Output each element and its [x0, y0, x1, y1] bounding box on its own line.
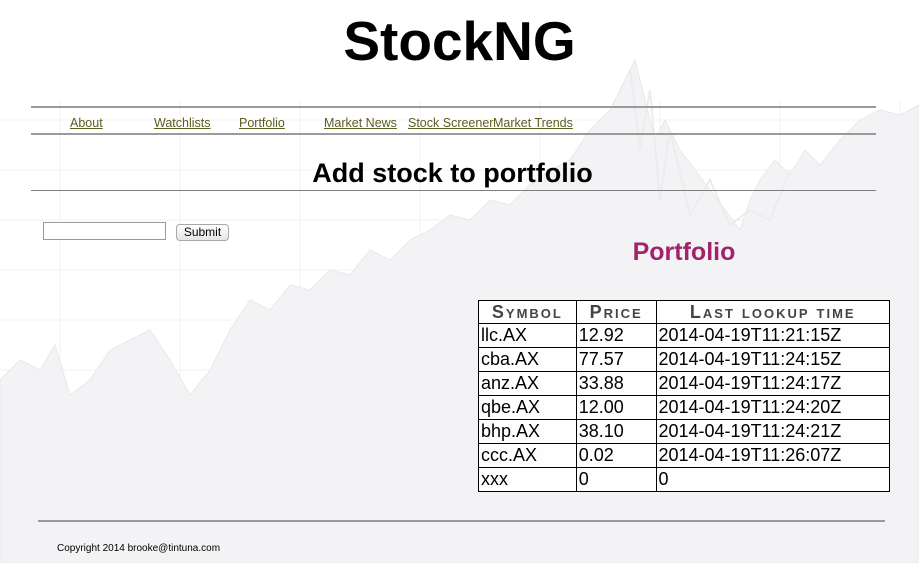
table-row: cba.AX 77.57 2014-04-19T11:24:15Z [478, 347, 890, 372]
cell-time: 2014-04-19T11:24:21Z [655, 419, 890, 444]
nav-link-stock-screener[interactable]: Stock Screener [408, 116, 493, 130]
cell-time: 2014-04-19T11:26:07Z [655, 443, 890, 468]
nav-link-watchlists[interactable]: Watchlists [154, 116, 211, 130]
table-header-row: Symbol Price Last lookup time [478, 300, 890, 324]
nav-link-about[interactable]: About [70, 116, 103, 130]
site-title: StockNG [343, 10, 576, 72]
cell-price: 0.02 [575, 443, 657, 468]
cell-symbol: xxx [478, 467, 577, 492]
cell-time: 2014-04-19T11:24:20Z [655, 395, 890, 420]
table-row: xxx 0 0 [478, 467, 890, 492]
nav-link-market-trends[interactable]: Market Trends [493, 116, 573, 130]
page-heading: Add stock to portfolio [312, 158, 593, 188]
table-row: llc.AX 12.92 2014-04-19T11:21:15Z [478, 323, 890, 348]
nav-link-portfolio[interactable]: Portfolio [239, 116, 285, 130]
submit-button[interactable]: Submit [176, 224, 229, 241]
portfolio-title: Portfolio [632, 238, 736, 266]
cell-symbol: anz.AX [478, 371, 577, 396]
portfolio-table: Symbol Price Last lookup time llc.AX 12.… [478, 300, 890, 492]
heading-divider [31, 190, 876, 191]
cell-price: 12.00 [575, 395, 657, 420]
cell-time: 2014-04-19T11:24:15Z [655, 347, 890, 372]
cell-time: 2014-04-19T11:24:17Z [655, 371, 890, 396]
cell-symbol: cba.AX [478, 347, 577, 372]
cell-symbol: ccc.AX [478, 443, 577, 468]
cell-price: 38.10 [575, 419, 657, 444]
cell-symbol: llc.AX [478, 323, 577, 348]
cell-time: 0 [655, 467, 890, 492]
cell-symbol: qbe.AX [478, 395, 577, 420]
column-header-last-lookup-time: Last lookup time [655, 300, 890, 324]
cell-price: 0 [575, 467, 657, 492]
stock-symbol-input[interactable] [43, 222, 166, 240]
table-row: qbe.AX 12.00 2014-04-19T11:24:20Z [478, 395, 890, 420]
column-header-symbol: Symbol [478, 300, 577, 324]
cell-price: 33.88 [575, 371, 657, 396]
table-row: ccc.AX 0.02 2014-04-19T11:26:07Z [478, 443, 890, 468]
cell-price: 12.92 [575, 323, 657, 348]
table-row: bhp.AX 38.10 2014-04-19T11:24:21Z [478, 419, 890, 444]
page: StockNG About Watchlists Portfolio Marke… [0, 0, 919, 563]
cell-symbol: bhp.AX [478, 419, 577, 444]
cell-price: 77.57 [575, 347, 657, 372]
footer-divider [38, 520, 885, 522]
nav-link-market-news[interactable]: Market News [324, 116, 397, 130]
column-header-price: Price [575, 300, 657, 324]
footer-copyright: Copyright 2014 brooke@tintuna.com [57, 543, 221, 554]
nav-bottom-divider [31, 133, 876, 135]
nav-top-divider [31, 106, 876, 108]
cell-time: 2014-04-19T11:21:15Z [655, 323, 890, 348]
table-row: anz.AX 33.88 2014-04-19T11:24:17Z [478, 371, 890, 396]
main-nav: About Watchlists Portfolio Market News S… [0, 116, 919, 134]
